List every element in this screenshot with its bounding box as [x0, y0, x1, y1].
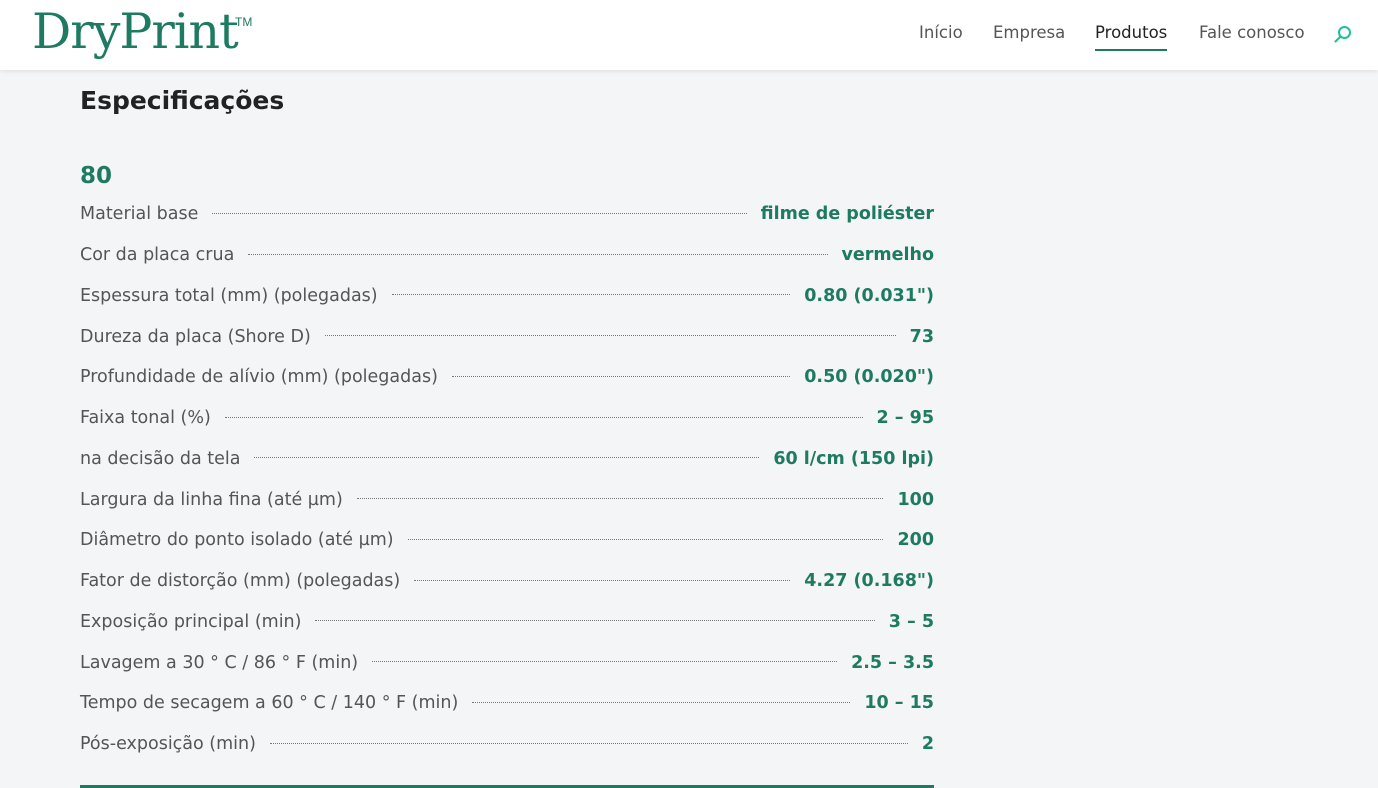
nav-empresa[interactable]: Empresa: [993, 23, 1065, 42]
spec-label: Largura da linha fina (até µm): [80, 489, 343, 510]
dotted-leader: [356, 498, 884, 500]
spec-row: Fator de distorção (mm) (polegadas) 4.27 …: [80, 561, 934, 602]
site-logo[interactable]: DryPrint TM: [32, 2, 252, 62]
spec-label: Profundidade de alívio (mm) (polegadas): [80, 367, 438, 388]
spec-value: 73: [909, 326, 934, 347]
logo-text: DryPrint: [32, 3, 239, 60]
dotted-leader: [391, 294, 791, 296]
nav-inicio[interactable]: Início: [919, 23, 963, 42]
spec-label: Exposição principal (min): [80, 611, 302, 632]
spec-value: 2 – 95: [876, 408, 934, 429]
spec-value: 100: [897, 489, 934, 510]
spec-row: Espessura total (mm) (polegadas) 0.80 (0.…: [80, 276, 934, 317]
spec-label: Faixa tonal (%): [80, 408, 211, 429]
dotted-leader: [254, 457, 760, 459]
spec-row: Cor da placa crua vermelho: [80, 235, 934, 276]
dotted-leader: [372, 661, 838, 663]
spec-label: Fator de distorção (mm) (polegadas): [80, 571, 401, 592]
spec-label: Lavagem a 30 ° C / 86 ° F (min): [80, 652, 359, 673]
spec-label: na decisão da tela: [80, 448, 241, 469]
trademark-mark: TM: [235, 15, 253, 29]
dotted-leader: [324, 335, 896, 337]
spec-label: Cor da placa crua: [80, 245, 235, 266]
spec-value: vermelho: [841, 245, 935, 266]
spec-row: Material base filme de poliéster: [80, 194, 934, 235]
spec-value: 200: [897, 530, 934, 551]
dotted-leader: [407, 538, 884, 540]
spec-value: 10 – 15: [864, 693, 934, 714]
spec-label: Pós-exposição (min): [80, 734, 256, 755]
spec-row: Profundidade de alívio (mm) (polegadas) 0…: [80, 357, 934, 398]
spec-label: Diâmetro do ponto isolado (até µm): [80, 530, 394, 551]
spec-row: Diâmetro do ponto isolado (até µm) 200: [80, 520, 934, 561]
spec-row: Tempo de secagem a 60 ° C / 140 ° F (min…: [80, 683, 934, 724]
search-icon[interactable]: [1333, 25, 1353, 45]
dotted-leader: [472, 701, 851, 703]
dotted-leader: [212, 212, 747, 214]
spec-value: 3 – 5: [888, 611, 934, 632]
dotted-leader: [451, 375, 791, 377]
spec-label: Dureza da placa (Shore D): [80, 326, 311, 347]
variant-heading: 80: [80, 163, 113, 189]
spec-row: Dureza da placa (Shore D) 73: [80, 316, 934, 357]
spec-label: Tempo de secagem a 60 ° C / 140 ° F (min…: [80, 693, 459, 714]
spec-value: 2: [921, 734, 934, 755]
spec-label: Espessura total (mm) (polegadas): [80, 285, 378, 306]
spec-value: 0.50 (0.020"): [804, 367, 934, 388]
spec-row: na decisão da tela 60 l/cm (150 lpi): [80, 439, 934, 480]
spec-label: Material base: [80, 204, 199, 225]
page-title: Especificações: [80, 86, 285, 115]
nav-produtos[interactable]: Produtos: [1095, 23, 1168, 51]
spec-value: 0.80 (0.031"): [804, 285, 934, 306]
spec-row: Lavagem a 30 ° C / 86 ° F (min) 2.5 – 3.5: [80, 642, 934, 683]
spec-value: filme de poliéster: [760, 204, 934, 225]
spec-value: 4.27 (0.168"): [804, 571, 934, 592]
dotted-leader: [248, 253, 828, 255]
dotted-leader: [269, 742, 908, 744]
spec-value: 60 l/cm (150 lpi): [773, 448, 934, 469]
spec-row: Largura da linha fina (até µm) 100: [80, 479, 934, 520]
dotted-leader: [315, 620, 875, 622]
spec-row: Pós-exposição (min) 2: [80, 724, 934, 765]
dotted-leader: [414, 579, 791, 581]
spec-row: Faixa tonal (%) 2 – 95: [80, 398, 934, 439]
dotted-leader: [224, 416, 863, 418]
spec-row: Exposição principal (min) 3 – 5: [80, 602, 934, 643]
spec-list: Material base filme de poliéster Cor da pl…: [80, 194, 934, 765]
spec-value: 2.5 – 3.5: [851, 652, 934, 673]
site-header: DryPrint TM Início Empresa Produtos Fale …: [0, 0, 1378, 70]
nav-fale-conosco[interactable]: Fale conosco: [1199, 23, 1305, 42]
